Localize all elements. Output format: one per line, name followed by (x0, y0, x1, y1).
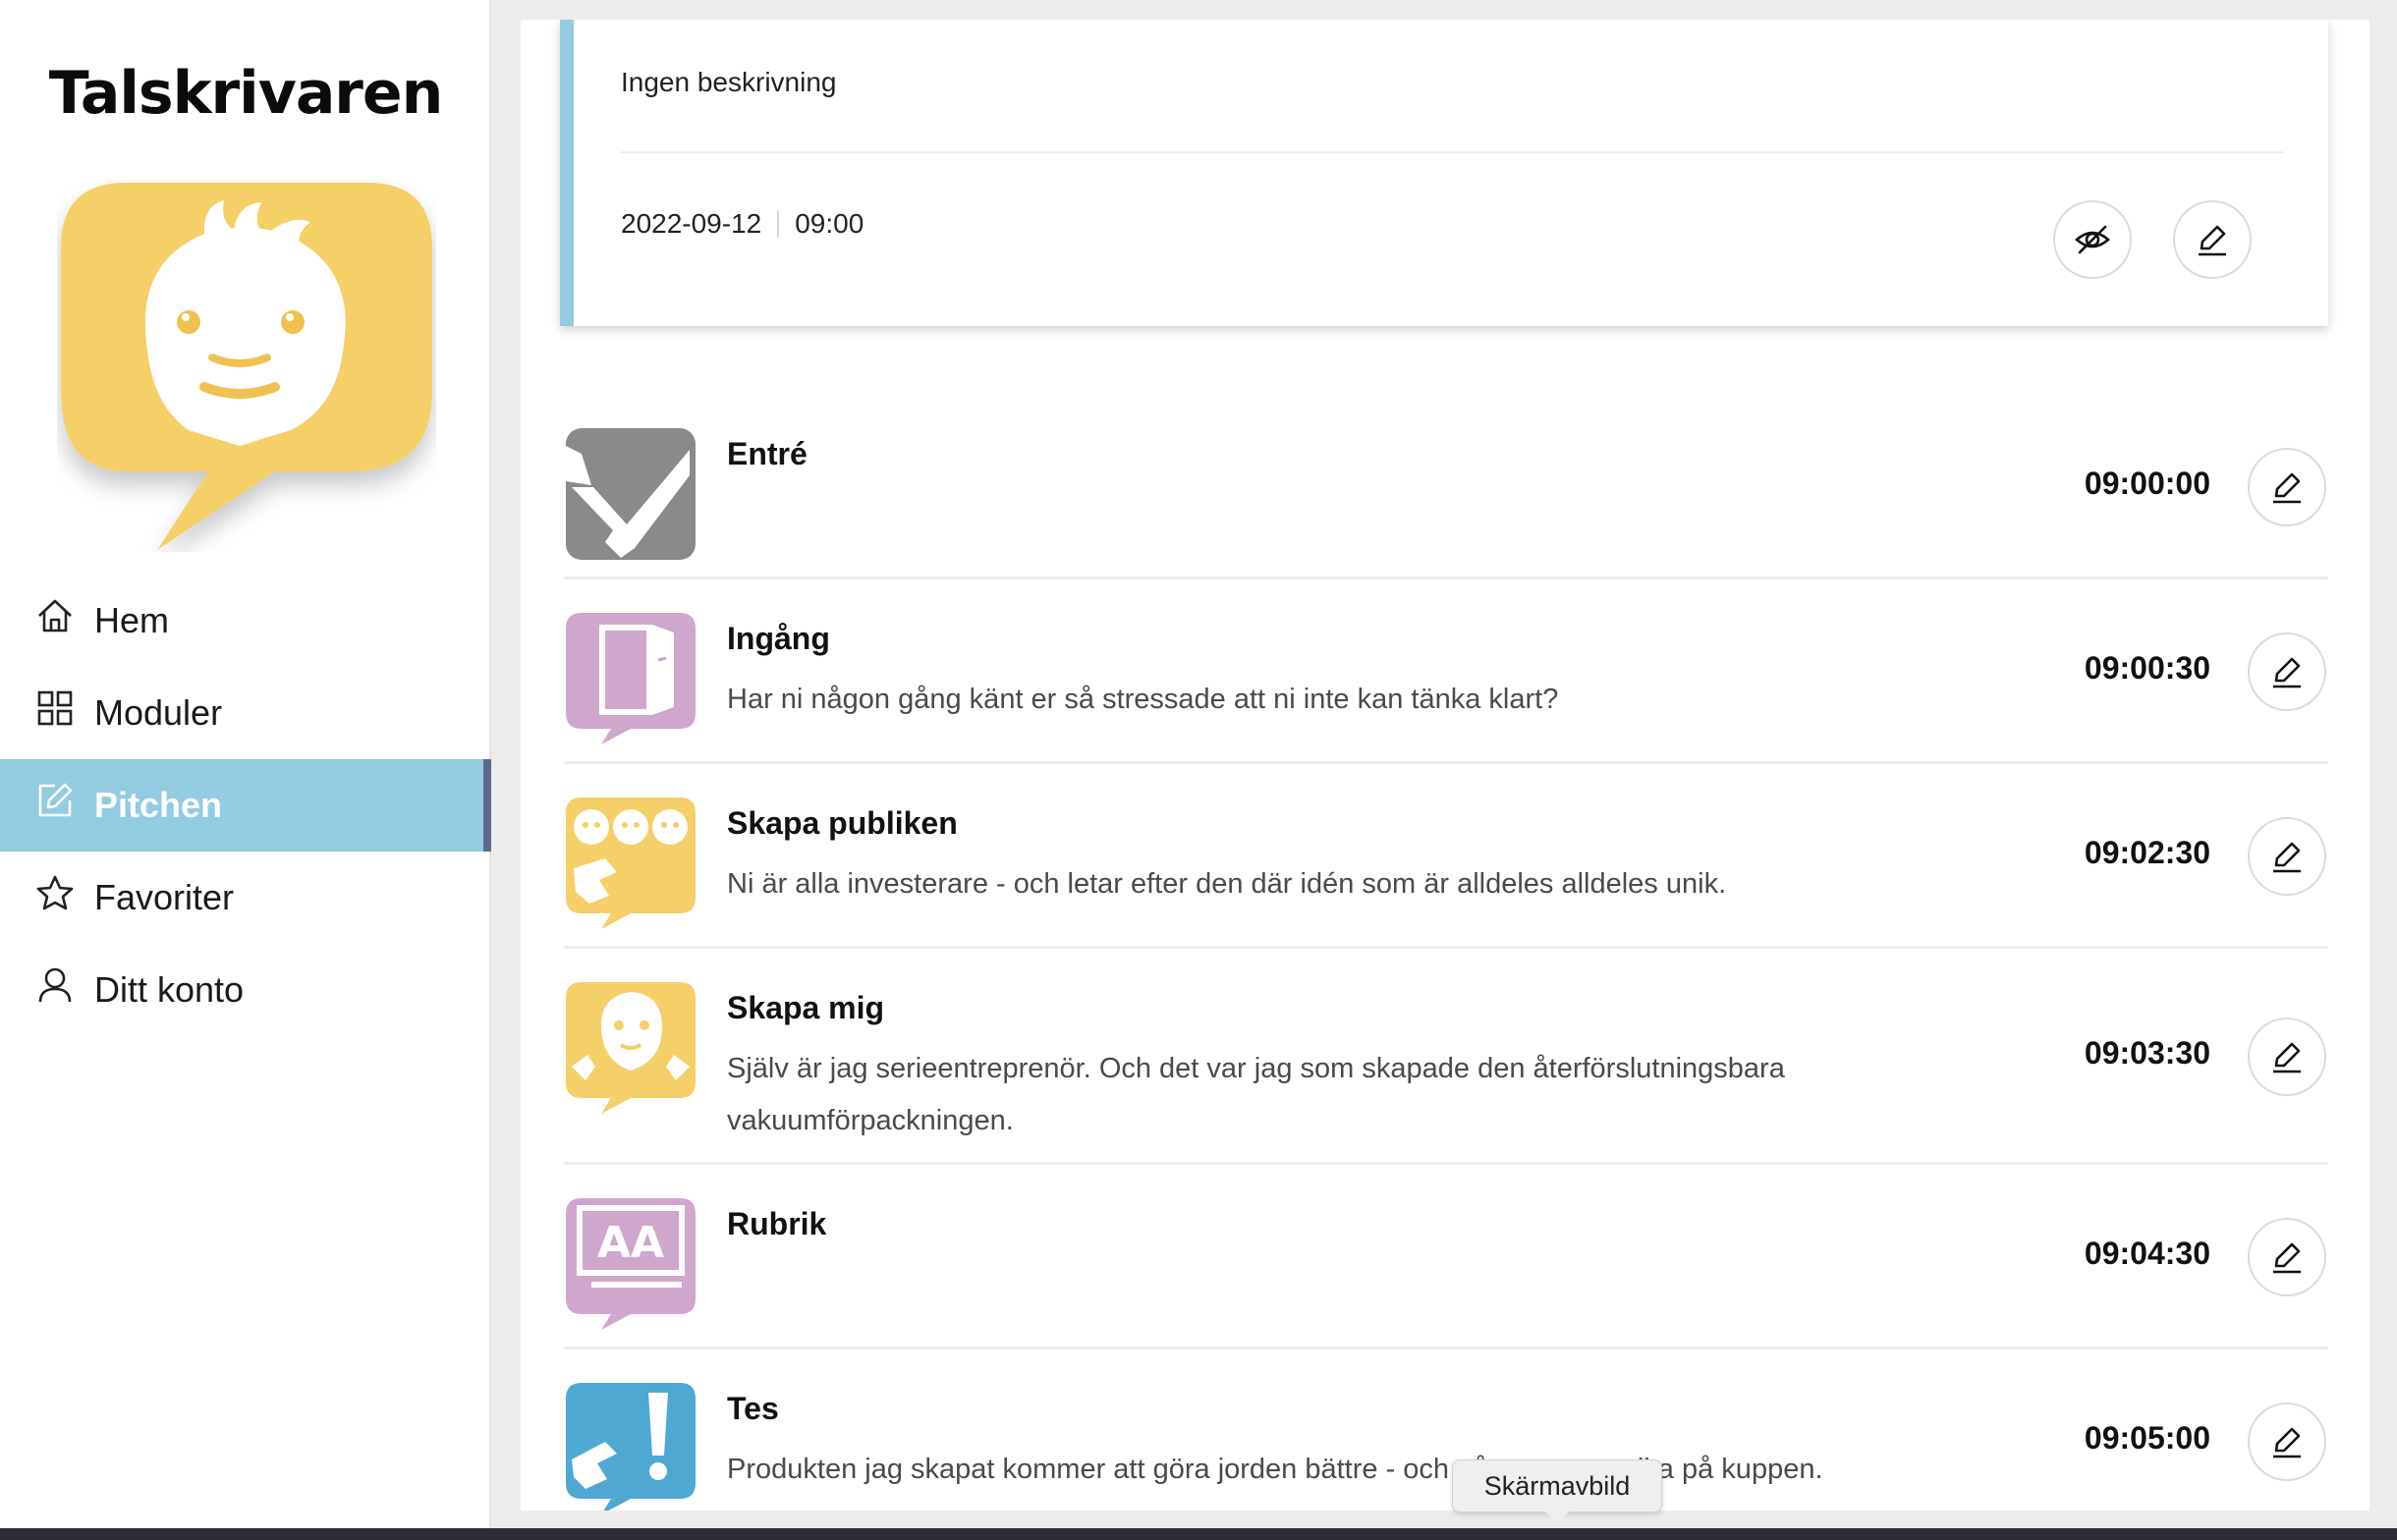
module-text: Har ni någon gång känt er så stressade a… (727, 684, 1559, 715)
eye-off-icon (2075, 225, 2110, 254)
edit-module-button[interactable] (2248, 817, 2326, 896)
sidebar-item-label: Hem (94, 600, 170, 640)
pencil-icon (2273, 1042, 2301, 1073)
pencil-icon (2273, 1242, 2301, 1274)
app-logo-text[interactable]: Talskrivaren (0, 59, 491, 128)
hide-button[interactable] (2053, 200, 2132, 279)
module-title: Rubrik (727, 1206, 827, 1241)
entre-icon (566, 428, 696, 560)
module-text: Ni är alla investerare - och letar efter… (727, 868, 1727, 900)
module-time: 09:03:30 (2084, 1035, 2210, 1071)
list-item[interactable]: AA Rubrik 09:04:30 (564, 1165, 2328, 1349)
module-time: 09:05:00 (2084, 1420, 2210, 1456)
pitch-time: 09:00 (795, 208, 864, 239)
edit-square-icon (38, 783, 73, 817)
audience-icon (566, 798, 696, 929)
pencil-icon (2273, 842, 2301, 873)
pencil-icon (2273, 1427, 2301, 1458)
list-item[interactable]: Skapa mig Själv är jag serieentreprenör.… (564, 949, 2328, 1165)
list-item[interactable]: Skapa publiken Ni är alla investerare - … (564, 764, 2328, 949)
module-title: Tes (727, 1391, 779, 1426)
taskbar-strip (0, 1528, 2397, 1540)
module-text: Själv är jag serieentreprenör. Och det v… (727, 1053, 1785, 1136)
sidebar-item-label: Pitchen (94, 785, 223, 825)
edit-pitch-button[interactable] (2173, 200, 2252, 279)
edit-module-button[interactable] (2248, 1018, 2326, 1096)
sidebar-item-label: Moduler (94, 692, 223, 733)
sidebar-item-label: Ditt konto (94, 969, 245, 1010)
main-content: Ingen beskrivning 2022-09-12 09:00 Entré… (521, 20, 2369, 1511)
door-icon (566, 613, 696, 744)
headline-icon: AA (566, 1198, 696, 1330)
module-title: Skapa publiken (727, 805, 958, 841)
module-text: Produkten jag skapat kommer att göra jor… (727, 1454, 1823, 1485)
user-icon (38, 967, 72, 1003)
edit-module-button[interactable] (2248, 1218, 2326, 1296)
pitch-card: Ingen beskrivning 2022-09-12 09:00 (560, 20, 2328, 326)
edit-module-button[interactable] (2248, 1402, 2326, 1481)
sidebar-item-ditt-konto[interactable]: Ditt konto (0, 944, 491, 1036)
module-time: 09:00:00 (2084, 466, 2210, 501)
module-time: 09:00:30 (2084, 650, 2210, 686)
module-title: Ingång (727, 621, 830, 656)
pitch-datetime: 2022-09-12 09:00 (621, 208, 864, 240)
pitch-description: Ingen beskrivning (621, 67, 837, 97)
sidebar: Talskrivaren Hem Moduler Pitchen Favorit… (0, 0, 491, 1540)
pencil-icon (2273, 657, 2301, 688)
home-icon (38, 599, 72, 632)
edit-module-button[interactable] (2248, 448, 2326, 526)
list-item[interactable]: Tes Produkten jag skapat kommer att göra… (564, 1349, 2328, 1511)
sidebar-nav: Hem Moduler Pitchen Favoriter Ditt konto (0, 575, 491, 1036)
mascot-logo-icon (61, 183, 432, 550)
divider (621, 151, 2283, 153)
module-title: Entré (727, 436, 808, 471)
pencil-icon (2273, 472, 2301, 504)
sidebar-item-favoriter[interactable]: Favoriter (0, 852, 491, 944)
module-time: 09:04:30 (2084, 1236, 2210, 1271)
pitch-date: 2022-09-12 (621, 208, 762, 239)
app-window: Talskrivaren Hem Moduler Pitchen Favorit… (0, 0, 2397, 1540)
sidebar-item-pitchen[interactable]: Pitchen (0, 759, 491, 852)
svg-text:AA: AA (597, 1218, 664, 1268)
sidebar-item-label: Favoriter (94, 877, 235, 917)
sidebar-item-hem[interactable]: Hem (0, 575, 491, 667)
exclamation-icon (566, 1383, 696, 1511)
screenshot-tooltip: Skärmavbild (1452, 1459, 1662, 1523)
list-item[interactable]: Ingång Har ni någon gång känt er så stre… (564, 579, 2328, 764)
module-title: Skapa mig (727, 990, 885, 1025)
module-list: Entré 09:00:00 Ingång Har ni någon gång … (564, 395, 2328, 1511)
divider (777, 211, 780, 237)
pencil-icon (2199, 225, 2226, 256)
sidebar-item-moduler[interactable]: Moduler (0, 667, 491, 759)
face-icon (566, 982, 696, 1114)
module-time: 09:02:30 (2084, 835, 2210, 870)
grid-icon (37, 690, 73, 726)
star-icon (36, 875, 74, 910)
edit-module-button[interactable] (2248, 632, 2326, 711)
list-item[interactable]: Entré 09:00:00 (564, 395, 2328, 579)
